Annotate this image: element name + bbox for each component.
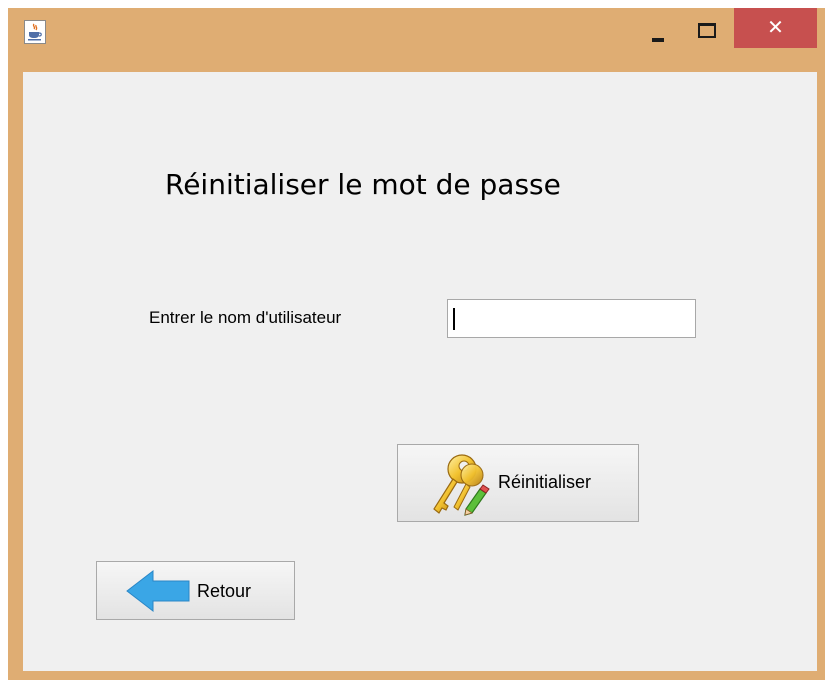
- close-icon: ✕: [767, 15, 784, 39]
- java-cup-icon[interactable]: [24, 20, 46, 44]
- app-window: ✕ Réinitialiser le mot de passe Entrer l…: [8, 8, 825, 680]
- content-panel: Réinitialiser le mot de passe Entrer le …: [23, 72, 817, 671]
- maximize-icon: [698, 23, 716, 38]
- reset-button[interactable]: Réinitialiser: [397, 444, 639, 522]
- minimize-button[interactable]: [632, 8, 682, 48]
- title-bar[interactable]: ✕: [8, 8, 825, 72]
- key-pencil-icon: [433, 454, 490, 516]
- back-button[interactable]: Retour: [96, 561, 295, 620]
- close-button[interactable]: ✕: [734, 8, 817, 48]
- page-title: Réinitialiser le mot de passe: [165, 168, 561, 201]
- reset-button-label: Réinitialiser: [498, 472, 592, 492]
- text-cursor: [453, 308, 455, 330]
- username-input[interactable]: [447, 299, 696, 338]
- minimize-icon: [652, 38, 664, 42]
- maximize-button[interactable]: [682, 8, 734, 48]
- arrow-left-icon: [126, 569, 190, 613]
- back-button-label: Retour: [197, 581, 252, 601]
- username-label: Entrer le nom d'utilisateur: [149, 308, 342, 327]
